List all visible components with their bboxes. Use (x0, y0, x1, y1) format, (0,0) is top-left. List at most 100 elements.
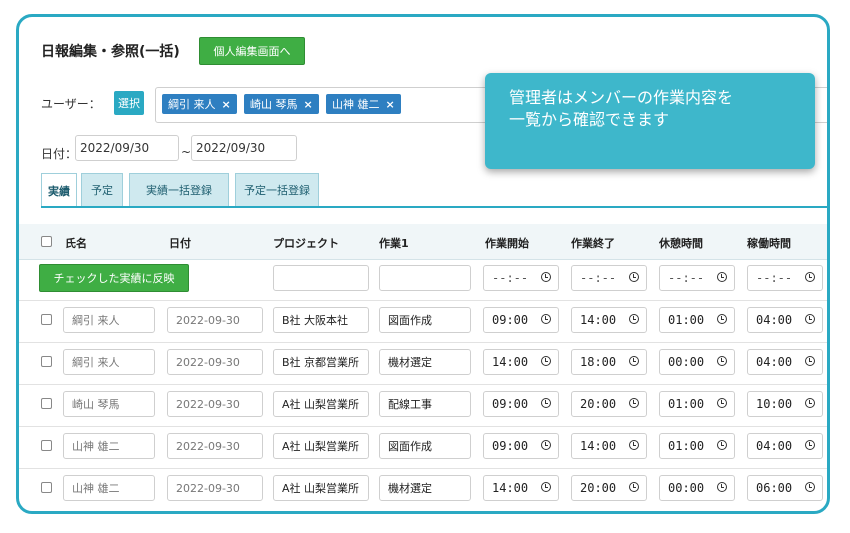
bulk-project-input[interactable] (273, 265, 369, 291)
time-value: 14:00 (492, 355, 529, 369)
column-header: 日付 (169, 237, 191, 250)
name-field[interactable]: 山神 雄二 (63, 433, 155, 459)
select-user-button[interactable]: 選択 (114, 91, 144, 115)
date-field[interactable]: 2022-09-30 (167, 391, 263, 417)
time-value: 01:00 (668, 439, 705, 453)
date-from-input[interactable]: 2022/09/30 (75, 135, 179, 161)
name-field[interactable]: 綱引 来人 (63, 349, 155, 375)
time-value: 20:00 (580, 481, 617, 495)
select-all-checkbox[interactable] (41, 236, 52, 247)
break-time-field[interactable]: 01:00 (659, 307, 735, 333)
work-time-field[interactable]: 06:00 (747, 475, 823, 501)
tab-plan[interactable]: 予定 (81, 173, 123, 207)
date-field[interactable]: 2022-09-30 (167, 307, 263, 333)
start-time-field[interactable]: 09:00 (483, 433, 559, 459)
user-chip-label: 山神 雄二 (332, 98, 380, 111)
end-time-field[interactable]: 14:00 (571, 433, 647, 459)
clock-icon (629, 440, 639, 450)
clock-icon (805, 398, 815, 408)
name-field[interactable]: 綱引 来人 (63, 307, 155, 333)
start-time-field[interactable]: 09:00 (483, 307, 559, 333)
break-time-field[interactable]: 01:00 (659, 391, 735, 417)
start-time-field[interactable]: 14:00 (483, 475, 559, 501)
work-time-field[interactable]: 04:00 (747, 433, 823, 459)
clock-icon (805, 440, 815, 450)
task-field[interactable]: 機材選定 (379, 475, 471, 501)
column-header: 氏名 (65, 237, 87, 250)
app-frame: 日報編集・参照(一括) 個人編集画面へ ユーザー： 選択 綱引 来人 × 崎山 琴… (16, 14, 830, 514)
column-header: 稼働時間 (747, 237, 791, 250)
date-field[interactable]: 2022-09-30 (167, 433, 263, 459)
start-time-field[interactable]: 14:00 (483, 349, 559, 375)
end-time-field[interactable]: 20:00 (571, 475, 647, 501)
callout-line: 管理者はメンバーの作業内容を (509, 88, 734, 107)
tab-actual-bulk[interactable]: 実績一括登録 (129, 173, 229, 207)
project-field[interactable]: A社 山梨営業所 (273, 433, 369, 459)
row-checkbox[interactable] (41, 398, 52, 409)
end-time-field[interactable]: 18:00 (571, 349, 647, 375)
row-checkbox[interactable] (41, 440, 52, 451)
clock-icon (629, 356, 639, 366)
tab-plan-bulk[interactable]: 予定一括登録 (235, 173, 319, 207)
break-time-field[interactable]: 00:00 (659, 349, 735, 375)
task-field[interactable]: 機材選定 (379, 349, 471, 375)
bulk-start-time[interactable]: --:-- (483, 265, 559, 291)
column-header: プロジェクト (273, 237, 339, 250)
clock-icon (541, 440, 551, 450)
remove-chip-icon[interactable]: × (304, 98, 313, 111)
name-field[interactable]: 山神 雄二 (63, 475, 155, 501)
personal-edit-button[interactable]: 個人編集画面へ (199, 37, 305, 65)
time-value: 09:00 (492, 313, 529, 327)
task-field[interactable]: 図面作成 (379, 433, 471, 459)
name-field[interactable]: 崎山 琴馬 (63, 391, 155, 417)
clock-icon (629, 272, 639, 282)
bulk-work-time[interactable]: --:-- (747, 265, 823, 291)
break-time-field[interactable]: 01:00 (659, 433, 735, 459)
work-time-field[interactable]: 04:00 (747, 307, 823, 333)
project-field[interactable]: B社 大阪本社 (273, 307, 369, 333)
bulk-end-time[interactable]: --:-- (571, 265, 647, 291)
row-checkbox[interactable] (41, 482, 52, 493)
row-checkbox[interactable] (41, 314, 52, 325)
task-field[interactable]: 図面作成 (379, 307, 471, 333)
project-field[interactable]: A社 山梨営業所 (273, 475, 369, 501)
time-placeholder: --:-- (668, 271, 705, 285)
clock-icon (717, 440, 727, 450)
user-chip-label: 崎山 琴馬 (250, 98, 298, 111)
time-placeholder: --:-- (580, 271, 617, 285)
break-time-field[interactable]: 00:00 (659, 475, 735, 501)
time-value: 00:00 (668, 355, 705, 369)
clock-icon (805, 314, 815, 324)
work-time-field[interactable]: 10:00 (747, 391, 823, 417)
time-value: 00:00 (668, 481, 705, 495)
date-field[interactable]: 2022-09-30 (167, 475, 263, 501)
remove-chip-icon[interactable]: × (222, 98, 231, 111)
user-chip-label: 綱引 来人 (168, 98, 216, 111)
bulk-break-time[interactable]: --:-- (659, 265, 735, 291)
work-time-field[interactable]: 04:00 (747, 349, 823, 375)
row-divider (19, 384, 827, 385)
user-chip: 山神 雄二 × (326, 94, 401, 114)
clock-icon (717, 314, 727, 324)
date-to-input[interactable]: 2022/09/30 (191, 135, 297, 161)
user-chip: 崎山 琴馬 × (244, 94, 319, 114)
time-value: 14:00 (492, 481, 529, 495)
remove-chip-icon[interactable]: × (386, 98, 395, 111)
time-value: 14:00 (580, 439, 617, 453)
time-value: 01:00 (668, 313, 705, 327)
end-time-field[interactable]: 20:00 (571, 391, 647, 417)
date-field[interactable]: 2022-09-30 (167, 349, 263, 375)
bulk-task-input[interactable] (379, 265, 471, 291)
tab-actual[interactable]: 実績 (41, 173, 77, 207)
column-header: 作業終了 (571, 237, 615, 250)
row-checkbox[interactable] (41, 356, 52, 367)
end-time-field[interactable]: 14:00 (571, 307, 647, 333)
task-field[interactable]: 配線工事 (379, 391, 471, 417)
clock-icon (541, 272, 551, 282)
apply-checked-button[interactable]: チェックした実績に反映 (39, 264, 189, 292)
clock-icon (805, 356, 815, 366)
project-field[interactable]: B社 京都営業所 (273, 349, 369, 375)
project-field[interactable]: A社 山梨営業所 (273, 391, 369, 417)
time-value: 04:00 (756, 439, 793, 453)
start-time-field[interactable]: 09:00 (483, 391, 559, 417)
